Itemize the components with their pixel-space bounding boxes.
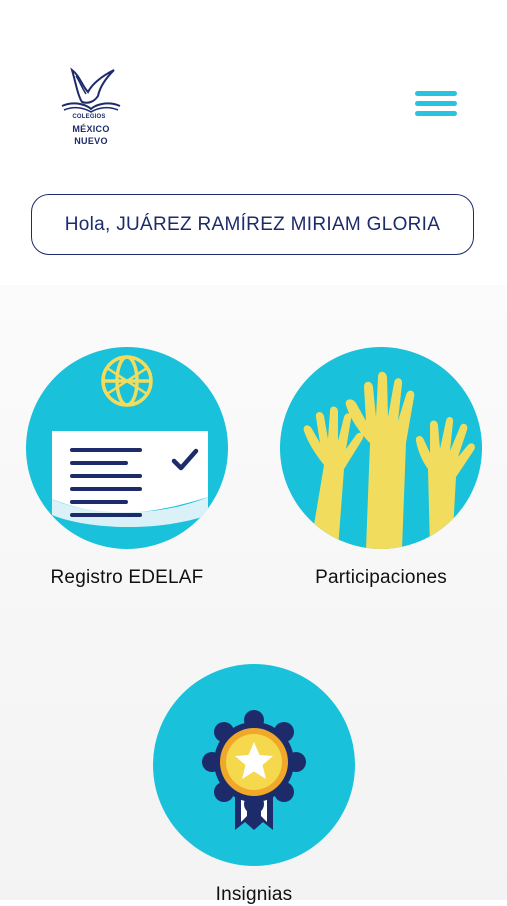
logo-line-2: NUEVO	[74, 136, 108, 146]
menu-bar-bottom	[415, 111, 457, 116]
participaciones-label: Participaciones	[315, 567, 447, 588]
menu-bar-top	[415, 91, 457, 96]
logo-line-1: MÉXICO	[72, 124, 110, 134]
logo-small-text: COLEGIOS	[72, 114, 106, 120]
raised-hands-icon	[303, 371, 475, 549]
menu-bar-middle	[415, 101, 457, 106]
insignias-circle	[153, 664, 355, 866]
registration-form-icon	[52, 355, 208, 528]
registro-label: Registro EDELAF	[50, 567, 204, 588]
greeting-banner: Hola, JUÁREZ RAMÍREZ MIRIAM GLORIA	[31, 194, 474, 255]
bird-logo-icon	[61, 67, 121, 113]
insignias-label: Insignias	[215, 884, 293, 905]
registro-circle	[26, 347, 228, 549]
hamburger-menu-icon[interactable]	[411, 88, 459, 124]
badge-medal-icon	[202, 710, 306, 830]
participaciones-circle	[280, 347, 482, 549]
colegios-mexico-nuevo-logo[interactable]: COLEGIOS MÉXICO NUEVO	[58, 66, 124, 152]
